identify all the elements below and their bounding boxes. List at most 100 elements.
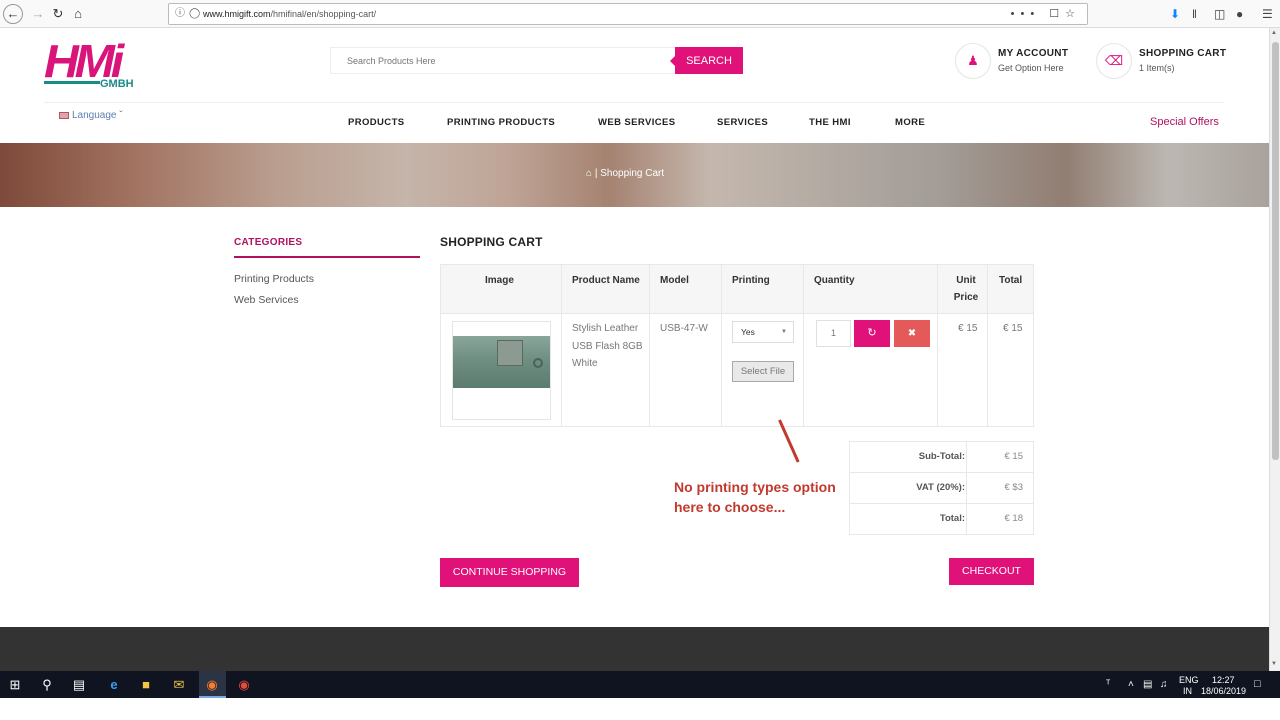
quantity-input[interactable]: 1: [816, 320, 851, 347]
tray-chevron-icon[interactable]: ˄: [1128, 679, 1134, 690]
clock-time[interactable]: 12:27: [1212, 675, 1235, 685]
address-bar[interactable]: ⓘ ◯ www.hmigift.com/hmifinal/en/shopping…: [168, 3, 1088, 25]
category-printing-products[interactable]: Printing Products: [234, 273, 314, 285]
library-icon[interactable]: ‖: [1192, 4, 1197, 24]
url-host: www.hmigift.com: [203, 9, 271, 19]
column-divider: [721, 265, 722, 426]
column-divider: [987, 265, 988, 426]
breadcrumb-current[interactable]: Shopping Cart: [600, 168, 664, 179]
totals-row: Total: € 18: [850, 504, 1033, 535]
header-model: Model: [660, 275, 689, 286]
nav-more[interactable]: MORE: [895, 117, 925, 128]
shield-icon[interactable]: ◯: [189, 4, 200, 24]
edge-icon[interactable]: e: [105, 676, 123, 694]
header-divider: [44, 102, 1224, 103]
scrollbar-thumb[interactable]: [1272, 42, 1279, 460]
reload-icon[interactable]: ↻: [48, 4, 68, 24]
bookmark-star-icon[interactable]: ☆: [1065, 8, 1081, 20]
nav-web-services[interactable]: WEB SERVICES: [598, 117, 675, 128]
menu-icon[interactable]: ☰: [1262, 4, 1273, 24]
language-selector[interactable]: Language ˇ: [59, 110, 123, 121]
windows-start-icon[interactable]: ⊞: [6, 676, 24, 694]
dropdown-arrow-icon: ▼: [781, 329, 787, 335]
header-unit-price: Unit Price: [953, 275, 979, 303]
scroll-up-icon[interactable]: ▲: [1271, 30, 1277, 36]
continue-shopping-button[interactable]: CONTINUE SHOPPING: [440, 558, 579, 587]
info-icon[interactable]: ⓘ: [175, 4, 185, 24]
input-language-bottom[interactable]: IN: [1183, 686, 1192, 696]
page-title: SHOPPING CART: [440, 235, 543, 249]
language-label: Language: [72, 110, 117, 121]
printing-select-value: Yes: [741, 327, 755, 337]
page-scrollbar[interactable]: ▲ ▼: [1269, 28, 1280, 671]
people-icon[interactable]: ᵀ: [1106, 679, 1110, 690]
screen-margin: [0, 698, 1280, 720]
scroll-down-icon[interactable]: ▼: [1271, 661, 1277, 667]
forward-icon[interactable]: →: [28, 4, 48, 24]
header-cart-title: SHOPPING CART: [1139, 48, 1227, 59]
volume-icon[interactable]: ♫: [1160, 679, 1168, 690]
subtotal-label: Sub-Total:: [918, 451, 965, 462]
categories-title: CATEGORIES: [234, 237, 303, 248]
product-name[interactable]: Stylish Leather USB Flash 8GB White: [572, 320, 644, 373]
special-offers-link[interactable]: Special Offers: [1150, 116, 1219, 128]
column-divider: [803, 265, 804, 426]
usb-ring: [533, 358, 543, 368]
page-actions[interactable]: ••• ☐☆: [1011, 4, 1081, 24]
vat-value: € $3: [1004, 482, 1024, 493]
search-button[interactable]: SEARCH: [670, 47, 743, 74]
network-icon[interactable]: ▤: [1143, 679, 1152, 690]
input-language-top[interactable]: ENG: [1179, 675, 1199, 685]
search-bar: SEARCH: [330, 47, 743, 74]
product-image[interactable]: [452, 321, 551, 420]
mail-icon[interactable]: ✉: [170, 676, 188, 694]
printing-select[interactable]: Yes ▼: [732, 321, 794, 343]
cart-table: Image Product Name Model Printing Quanti…: [440, 264, 1034, 427]
totals-row: Sub-Total: € 15: [850, 442, 1033, 473]
site-logo[interactable]: HMi GMBH: [44, 38, 148, 92]
flag-icon: [59, 111, 69, 119]
subtotal-value: € 15: [1004, 451, 1024, 462]
category-web-services[interactable]: Web Services: [234, 294, 299, 306]
header-total: Total: [999, 275, 1023, 286]
checkout-button[interactable]: CHECKOUT: [949, 558, 1034, 585]
total-label: Total:: [939, 513, 965, 524]
vat-label: VAT (20%):: [916, 482, 965, 493]
remove-icon[interactable]: ✖: [894, 320, 930, 347]
breadcrumb: ⌂ | Shopping Cart: [586, 168, 664, 179]
my-account-title: MY ACCOUNT: [998, 48, 1069, 59]
logo-text: HMi: [44, 35, 124, 87]
firefox-icon[interactable]: ◉: [203, 676, 221, 694]
download-icon[interactable]: ⬇: [1170, 4, 1180, 24]
home-breadcrumb-icon[interactable]: ⌂: [586, 168, 592, 179]
nav-products[interactable]: PRODUCTS: [348, 117, 405, 128]
refresh-icon[interactable]: ↻: [854, 320, 890, 347]
column-divider: [561, 265, 562, 426]
windows-taskbar: ⊞ ⚲ ▤ e ■ ✉ ◉ ◉ ᵀ ˄ ▤ ♫ ENG IN 12:27 18/…: [0, 671, 1280, 698]
home-icon[interactable]: ⌂: [68, 4, 88, 24]
chrome-icon[interactable]: ◉: [235, 676, 253, 694]
file-explorer-icon[interactable]: ■: [137, 676, 155, 694]
clock-date[interactable]: 18/06/2019: [1201, 686, 1246, 696]
page-banner: ⌂ | Shopping Cart: [0, 143, 1269, 207]
more-icon[interactable]: •••: [1011, 8, 1041, 20]
nav-services[interactable]: SERVICES: [717, 117, 768, 128]
select-file-button[interactable]: Select File: [732, 361, 794, 382]
back-icon[interactable]: ←: [3, 4, 23, 24]
sidebar-icon[interactable]: ◫: [1214, 4, 1225, 24]
breadcrumb-separator: |: [594, 168, 598, 179]
header-printing: Printing: [732, 275, 770, 286]
task-view-icon[interactable]: ▤: [70, 676, 88, 694]
nav-printing-products[interactable]: PRINTING PRODUCTS: [447, 117, 555, 128]
search-input[interactable]: [330, 47, 676, 74]
header-image: Image: [485, 275, 514, 286]
account-icon[interactable]: ●: [1236, 4, 1243, 24]
user-icon: ♟: [955, 43, 991, 79]
nav-the-hmi[interactable]: THE HMI: [809, 117, 851, 128]
pocket-icon[interactable]: ☐: [1049, 8, 1065, 20]
search-icon[interactable]: ⚲: [38, 676, 56, 694]
notification-icon[interactable]: □: [1254, 678, 1261, 690]
header-product-name: Product Name: [572, 275, 640, 286]
usb-plug: [497, 340, 523, 366]
basket-icon: ⌫: [1096, 43, 1132, 79]
